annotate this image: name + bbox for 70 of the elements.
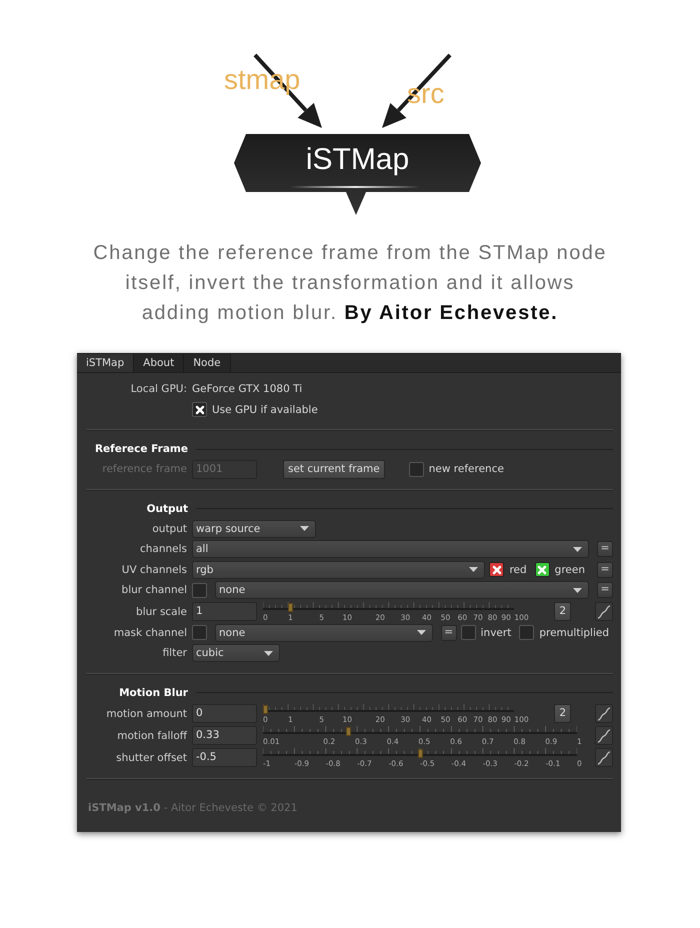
input-field[interactable]: 0.33: [192, 726, 257, 745]
curve-icon: [597, 706, 611, 720]
animation-button[interactable]: [595, 748, 613, 767]
input-field[interactable]: -0.5: [192, 748, 257, 767]
description-text: Change the reference frame from the STMap node itself, invert the transformation and it allows adding motion blur. By Aitor Echeveste.: [92, 241, 608, 326]
checkbox[interactable]: [192, 625, 207, 640]
section-title: Motion Blur: [118, 686, 189, 698]
link-button[interactable]: =: [597, 562, 613, 578]
link-button[interactable]: =: [597, 541, 613, 558]
checkbox[interactable]: [519, 625, 534, 640]
field-label: blur channel: [122, 584, 187, 596]
caret-icon: [264, 650, 273, 656]
button[interactable]: 2: [554, 602, 571, 621]
curve-icon: [597, 750, 611, 764]
field-label: mask channel: [114, 626, 187, 639]
checkbox-label: Use GPU if available: [212, 404, 318, 416]
dropdown[interactable]: warp source: [192, 520, 316, 538]
dropdown[interactable]: all: [192, 540, 589, 558]
dropdown[interactable]: none: [215, 624, 433, 642]
input-field[interactable]: 0: [192, 704, 257, 723]
checkbox[interactable]: [460, 625, 476, 640]
checkbox[interactable]: [489, 562, 504, 578]
caret-icon: [300, 526, 310, 532]
checkbox-label: invert: [480, 626, 512, 639]
link-button[interactable]: =: [597, 582, 613, 598]
section-title: Referece Frame: [94, 443, 189, 455]
checkbox[interactable]: [192, 402, 207, 418]
checkbox[interactable]: [192, 582, 207, 598]
field-label: filter: [162, 647, 187, 660]
checkbox-label: red: [509, 564, 527, 576]
slider-thumb[interactable]: [263, 704, 268, 714]
caret-icon: [573, 546, 582, 552]
dropdown[interactable]: cubic: [192, 644, 280, 662]
input-field[interactable]: 1: [192, 602, 257, 621]
slider-thumb[interactable]: [288, 602, 293, 612]
curve-icon: [597, 728, 611, 742]
field-label: reference frame: [102, 463, 187, 476]
animation-button[interactable]: [595, 704, 613, 723]
slider-thumb[interactable]: [418, 748, 422, 758]
field-label: Local GPU:: [130, 383, 187, 396]
curve-icon: [597, 604, 611, 618]
field-label: output: [152, 522, 187, 535]
tab[interactable]: iSTMap: [77, 354, 134, 372]
tab[interactable]: About: [134, 354, 184, 372]
field-label: motion falloff: [117, 730, 187, 742]
dropdown[interactable]: rgb: [192, 560, 486, 579]
node-shape[interactable]: [234, 134, 481, 215]
node-title: iSTMap: [304, 142, 410, 178]
field-label: blur scale: [136, 606, 187, 618]
caret-icon: [573, 588, 582, 593]
link-button[interactable]: =: [440, 624, 457, 641]
footer-text: iSTMap v1.0 - Aitor Echeveste © 2021: [87, 800, 298, 814]
section-title: Output: [146, 502, 189, 514]
field-label: motion amount: [106, 708, 187, 720]
caret-icon: [469, 567, 478, 572]
checkbox-label: green: [554, 564, 585, 576]
field-label: UV channels: [122, 564, 187, 576]
tab[interactable]: Node: [184, 354, 231, 372]
animation-button[interactable]: [595, 602, 613, 621]
caret-icon: [416, 630, 426, 636]
button[interactable]: 2: [554, 704, 571, 723]
slider-thumb[interactable]: [346, 726, 352, 736]
checkbox-label: new reference: [428, 463, 504, 476]
field-label: channels: [140, 543, 187, 556]
field-label: shutter offset: [116, 752, 187, 764]
animation-button[interactable]: [595, 726, 613, 745]
gpu-name: GeForce GTX 1080 Ti: [192, 383, 302, 396]
dropdown[interactable]: none: [215, 581, 589, 600]
checkbox-label: premultiplied: [539, 626, 609, 639]
checkbox[interactable]: [534, 562, 550, 578]
